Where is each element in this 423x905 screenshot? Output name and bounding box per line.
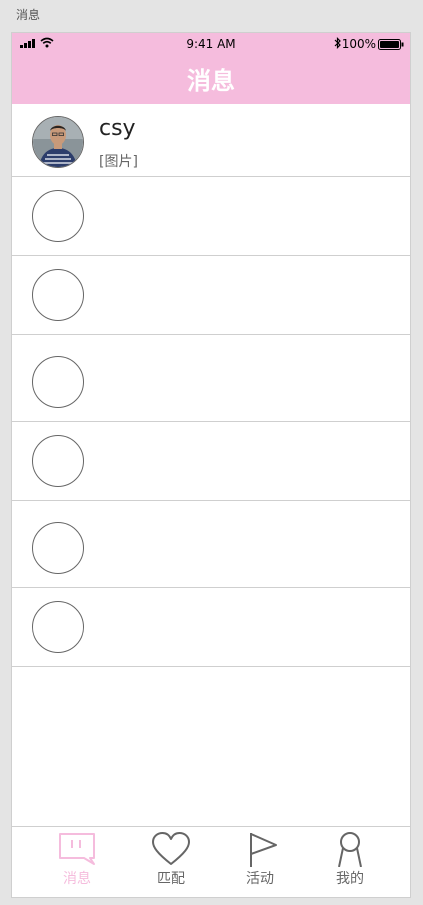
contact-name: csy <box>99 116 136 141</box>
avatar <box>32 116 84 168</box>
avatar-placeholder <box>32 435 84 487</box>
conversation-row[interactable] <box>12 422 410 501</box>
battery-icon <box>378 39 404 50</box>
page-label: 消息 <box>16 8 41 22</box>
tab-bar: 消息 匹配 活动 我的 <box>12 826 410 897</box>
message-icon <box>59 833 95 865</box>
tab-match[interactable]: 匹配 <box>141 831 201 895</box>
tab-profile[interactable]: 我的 <box>320 831 380 895</box>
conversation-row[interactable] <box>12 177 410 256</box>
tab-label: 匹配 <box>157 871 185 887</box>
flag-icon <box>250 833 277 867</box>
tab-label: 活动 <box>246 871 274 887</box>
tab-messages[interactable]: 消息 <box>47 831 107 895</box>
conversation-row[interactable] <box>12 501 410 588</box>
conversation-row[interactable]: csy [图片] <box>12 104 410 177</box>
message-preview: [图片] <box>99 154 138 170</box>
avatar-placeholder <box>32 522 84 574</box>
tab-activities[interactable]: 活动 <box>230 831 290 895</box>
conversation-row[interactable] <box>12 335 410 422</box>
avatar-placeholder <box>32 601 84 653</box>
profile-icon <box>338 832 362 867</box>
battery-percent: 100% <box>341 37 376 51</box>
phone-frame: 9:41 AM 100% 消息 csy [图片] 消息 匹配 活动 我的 <box>11 32 411 898</box>
status-bar: 9:41 AM 100% <box>12 33 410 55</box>
conversation-list: csy [图片] <box>12 104 410 667</box>
avatar-placeholder <box>32 269 84 321</box>
tab-label: 我的 <box>336 871 364 887</box>
tab-label: 消息 <box>63 871 91 887</box>
conversation-row[interactable] <box>12 588 410 667</box>
avatar-placeholder <box>32 356 84 408</box>
heart-icon <box>152 832 190 865</box>
header-bar: 9:41 AM 100% 消息 <box>12 33 410 104</box>
conversation-row[interactable] <box>12 256 410 335</box>
page-title: 消息 <box>187 67 235 95</box>
avatar-placeholder <box>32 190 84 242</box>
